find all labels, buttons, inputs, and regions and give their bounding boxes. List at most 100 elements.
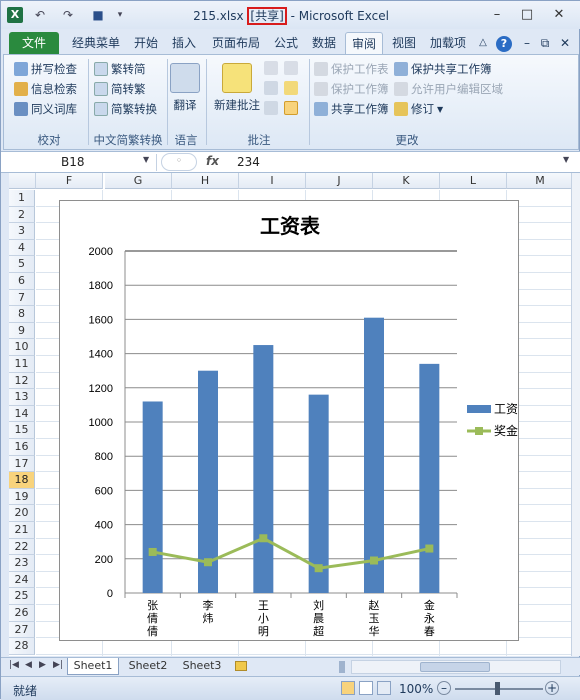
select-all-corner[interactable] (9, 173, 36, 189)
chart-object[interactable]: 工资表 0 200 400 600 800 1000 1200 1400 1600 1800 2000… (59, 200, 519, 641)
sheet-tab-3[interactable]: Sheet3 (177, 658, 227, 675)
row-header-6[interactable]: 6 (9, 273, 35, 290)
row-header-1[interactable]: 1 (9, 190, 35, 207)
last-sheet-icon[interactable]: ▶| (53, 660, 63, 670)
row-header-25[interactable]: 25 (9, 588, 35, 605)
tab-view[interactable]: 视图 (387, 32, 421, 54)
show-comment-icon[interactable] (284, 61, 298, 75)
protect-sheet-button[interactable]: 保护工作表 (314, 61, 389, 77)
row-header-2[interactable]: 2 (9, 206, 35, 224)
insert-sheet-icon[interactable] (231, 658, 251, 675)
track-changes-button[interactable]: 修订 ▼ (394, 101, 443, 117)
minimize-button[interactable]: – (487, 6, 507, 24)
column-header-G[interactable]: G (105, 173, 172, 189)
show-ink-icon[interactable] (284, 101, 298, 115)
doc-close-icon[interactable]: ✕ (557, 32, 573, 54)
translate-button[interactable]: 翻译 (170, 63, 200, 113)
previous-comment-icon[interactable] (264, 81, 278, 95)
vertical-scrollbar[interactable] (571, 173, 580, 656)
expand-formula-bar-icon[interactable]: ▼ (563, 155, 569, 164)
page-break-view-icon[interactable] (377, 681, 391, 695)
row-header-3[interactable]: 3 (9, 223, 35, 240)
row-header-16[interactable]: 16 (9, 439, 35, 456)
row-header-20[interactable]: 20 (9, 505, 35, 522)
next-sheet-icon[interactable]: ▶ (39, 660, 46, 670)
tab-formulas[interactable]: 公式 (269, 32, 303, 54)
share-workbook-button[interactable]: 共享工作簿 (314, 101, 389, 117)
horizontal-scrollbar[interactable] (351, 660, 561, 674)
row-header-15[interactable]: 15 (9, 422, 35, 439)
formula-input[interactable]: 234 (237, 154, 260, 171)
normal-view-icon[interactable] (341, 681, 355, 695)
protect-shared-workbook-button[interactable]: 保护共享工作簿 (394, 61, 492, 77)
ribbon-collapse-icon[interactable]: △ (475, 32, 491, 54)
insert-function-icon[interactable]: fx (206, 154, 219, 168)
tab-addins[interactable]: 加载项 (425, 32, 471, 54)
help-icon[interactable]: ? (495, 32, 513, 54)
tab-home[interactable]: 开始 (129, 32, 163, 54)
row-header-21[interactable]: 21 (9, 522, 35, 539)
row-header-23[interactable]: 23 (9, 555, 35, 572)
zoom-out-icon[interactable]: – (437, 681, 451, 695)
column-header-K[interactable]: K (373, 173, 440, 189)
allow-edit-ranges-button[interactable]: 允许用户编辑区域 (394, 81, 503, 97)
zoom-level[interactable]: 100% (399, 682, 433, 696)
tab-data[interactable]: 数据 (307, 32, 341, 54)
row-header-5[interactable]: 5 (9, 256, 35, 273)
page-layout-view-icon[interactable] (359, 681, 373, 695)
row-header-13[interactable]: 13 (9, 389, 35, 406)
tab-classic-menu[interactable]: 经典菜单 (67, 32, 125, 54)
research-button[interactable]: 信息检索 (14, 81, 77, 97)
column-header-L[interactable]: L (440, 173, 507, 189)
name-box-dropdown-icon[interactable]: ▼ (143, 155, 149, 164)
zoom-slider-thumb[interactable] (495, 682, 500, 695)
tab-insert[interactable]: 插入 (167, 32, 201, 54)
new-comment-button[interactable]: 新建批注 (210, 63, 264, 113)
row-header-8[interactable]: 8 (9, 306, 35, 323)
row-header-9[interactable]: 9 (9, 322, 35, 340)
prev-sheet-icon[interactable]: ◀ (25, 660, 32, 670)
tab-file[interactable]: 文件 (9, 32, 59, 54)
row-header-12[interactable]: 12 (9, 372, 35, 390)
simp-to-trad-button[interactable]: 简转繁 (94, 81, 146, 97)
first-sheet-icon[interactable]: |◀ (9, 660, 19, 670)
chinese-conversion-button[interactable]: 简繁转换 (94, 101, 157, 117)
tab-page-layout[interactable]: 页面布局 (207, 32, 265, 54)
formula-bar-resize-icon[interactable]: ◦ (161, 153, 197, 171)
maximize-button[interactable]: □ (517, 6, 537, 24)
row-header-27[interactable]: 27 (9, 621, 35, 639)
column-header-I[interactable]: I (239, 173, 306, 189)
row-header-24[interactable]: 24 (9, 571, 35, 589)
close-button[interactable]: ✕ (549, 6, 569, 24)
show-all-comments-icon[interactable] (284, 81, 298, 95)
doc-minimize-icon[interactable]: – (519, 32, 535, 54)
tab-split-handle[interactable] (339, 661, 345, 673)
column-header-H[interactable]: H (172, 173, 239, 189)
row-header-28[interactable]: 28 (9, 638, 35, 655)
thesaurus-button[interactable]: 同义词库 (14, 101, 77, 117)
row-header-22[interactable]: 22 (9, 538, 35, 556)
protect-workbook-button[interactable]: 保护工作簿 (314, 81, 389, 97)
row-header-17[interactable]: 17 (9, 455, 35, 473)
row-header-10[interactable]: 10 (9, 339, 35, 356)
row-header-11[interactable]: 11 (9, 356, 35, 373)
name-box[interactable]: B18 (7, 154, 157, 171)
column-header-M[interactable]: M (507, 173, 571, 189)
row-header-7[interactable]: 7 (9, 289, 35, 307)
zoom-in-icon[interactable]: + (545, 681, 559, 695)
horizontal-scroll-thumb[interactable] (420, 662, 490, 672)
row-header-26[interactable]: 26 (9, 605, 35, 622)
row-header-14[interactable]: 14 (9, 405, 35, 423)
sheet-tab-1[interactable]: Sheet1 (67, 658, 119, 675)
trad-to-simp-button[interactable]: 繁转简 (94, 61, 146, 77)
delete-comment-icon[interactable] (264, 61, 278, 75)
column-header-F[interactable]: F (36, 173, 103, 189)
row-header-19[interactable]: 19 (9, 488, 35, 506)
column-header-J[interactable]: J (306, 173, 373, 189)
tab-review[interactable]: 审阅 (345, 32, 383, 54)
next-comment-icon[interactable] (264, 101, 278, 115)
row-header-18[interactable]: 18 (9, 472, 35, 489)
sheet-tab-2[interactable]: Sheet2 (123, 658, 173, 675)
doc-restore-icon[interactable]: ⧉ (537, 32, 553, 54)
spell-check-button[interactable]: 拼写检查 (14, 61, 77, 77)
